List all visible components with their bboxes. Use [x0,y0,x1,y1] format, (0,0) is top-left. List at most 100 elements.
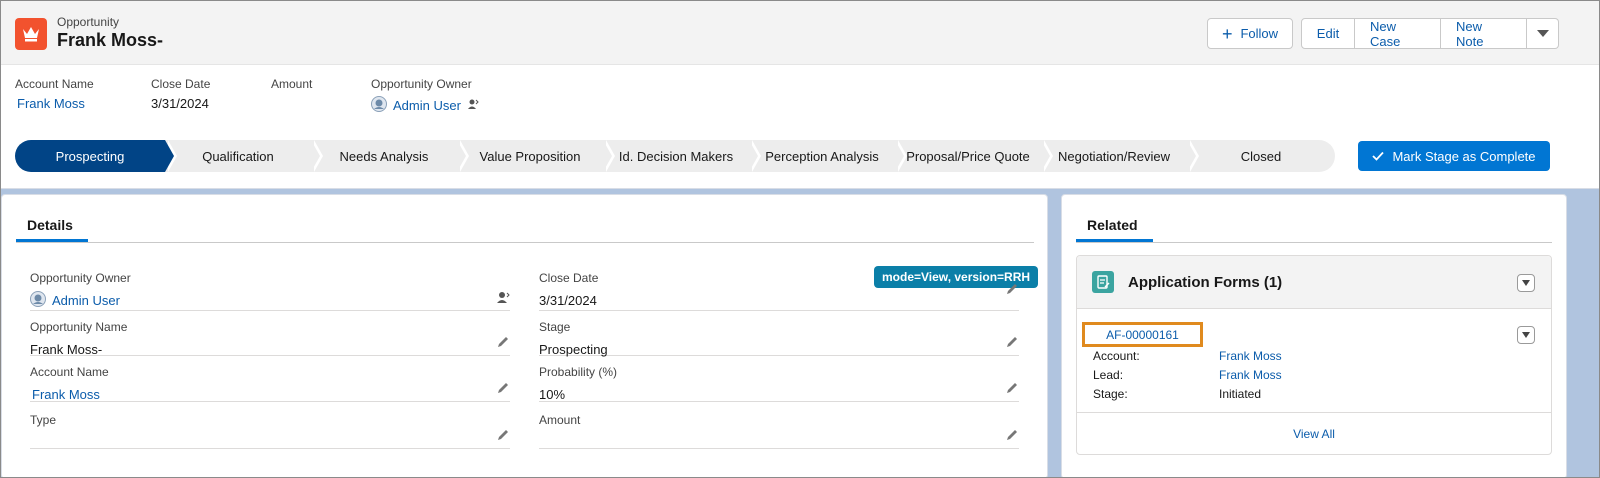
path-step-proposal-price-quote[interactable]: Proposal/Price Quote [895,140,1053,172]
field-label: Opportunity Name [30,320,128,334]
stage-path: Prospecting Qualification Needs Analysis… [15,140,1335,172]
highlight-account-name: Account Name Frank Moss [15,77,151,115]
highlights-panel: Account Name Frank Moss Close Date 3/31/… [15,77,571,115]
record-title: Frank Moss- [57,30,164,50]
path-step-closed[interactable]: Closed [1187,140,1335,172]
user-avatar-icon [371,96,387,115]
highlight-label: Account Name [15,77,94,91]
plus-icon: + [1221,23,1233,44]
pencil-icon[interactable] [1005,282,1019,296]
chevron-down-icon [1536,30,1549,37]
record-field-label: Account: [1093,349,1140,363]
path-step-negotiation-review[interactable]: Negotiation/Review [1041,140,1199,172]
mark-stage-complete-button[interactable]: Mark Stage as Complete [1358,141,1550,171]
path-step-value-proposition[interactable]: Value Proposition [457,140,615,172]
field-value: 10% [539,386,566,402]
field-close-date: Close Date 3/31/2024 [539,271,1019,311]
record-header: Opportunity Frank Moss- + Follow Edit Ne… [1,1,1599,189]
highlight-amount: Amount [271,77,371,115]
record-field-label: Stage: [1093,387,1128,401]
pencil-icon[interactable] [496,428,510,442]
pencil-icon[interactable] [496,381,510,395]
highlight-value: 3/31/2024 [151,96,209,111]
field-value: Prospecting [539,341,608,357]
path-step-id-decision-makers[interactable]: Id. Decision Makers [603,140,761,172]
field-opportunity-owner: Opportunity Owner Admin User [30,271,510,311]
details-card: Details mode=View, version=RRH Opportuni… [1,194,1048,477]
form-icon [1092,271,1114,293]
field-amount: Amount [539,413,1019,449]
account-name-link[interactable]: Frank Moss [17,96,85,111]
path-step-qualification[interactable]: Qualification [165,140,323,172]
checkmark-icon [1372,149,1385,164]
field-type: Type [30,413,510,449]
new-case-button[interactable]: New Case [1355,18,1441,49]
highlight-close-date: Close Date 3/31/2024 [151,77,271,115]
pencil-icon[interactable] [496,335,510,349]
header-actions: + Follow Edit New Case New Note [1207,18,1559,49]
follow-button[interactable]: + Follow [1207,18,1293,49]
field-label: Account Name [30,365,109,379]
tab-divider [16,242,1034,243]
related-list-title[interactable]: Application Forms (1) [1128,274,1282,291]
field-opportunity-name: Opportunity Name Frank Moss- [30,320,510,357]
pencil-icon[interactable] [1005,335,1019,349]
account-name-link[interactable]: Frank Moss [32,387,100,402]
user-avatar-icon [30,290,46,310]
mark-stage-complete-label: Mark Stage as Complete [1392,148,1536,164]
follow-label: Follow [1240,26,1279,41]
pencil-icon[interactable] [1005,428,1019,442]
field-label: Amount [539,413,581,427]
highlight-opportunity-owner: Opportunity Owner Admin User [371,77,571,115]
lead-link[interactable]: Frank Moss [1219,368,1282,382]
path-step-label: Needs Analysis [339,148,429,164]
record-field-value: Initiated [1219,387,1262,401]
record-row-menu-button[interactable] [1517,326,1535,344]
pencil-icon[interactable] [1005,381,1019,395]
field-probability: Probability (%) 10% [539,365,1019,402]
more-actions-button[interactable] [1527,18,1559,49]
highlight-label: Amount [271,77,313,91]
path-step-prospecting[interactable]: Prospecting [15,140,177,172]
owner-link[interactable]: Admin User [52,293,120,308]
related-record-item: AF-00000161 Account: Frank Moss Lead: Fr… [1077,310,1551,412]
path-step-needs-analysis[interactable]: Needs Analysis [311,140,469,172]
view-all-link[interactable]: View All [1077,412,1551,454]
path-step-label: Value Proposition [479,148,581,164]
field-value [539,433,1019,451]
field-account-name: Account Name Frank Moss [30,365,510,402]
tab-details[interactable]: Details [27,217,73,233]
opportunity-crown-icon [15,18,47,50]
change-owner-icon[interactable] [496,290,510,304]
change-owner-icon[interactable] [467,98,479,113]
field-value: 3/31/2024 [539,292,597,308]
field-value: Frank Moss- [30,341,103,357]
path-step-label: Perception Analysis [765,148,879,164]
field-stage: Stage Prospecting [539,320,1019,357]
field-label: Probability (%) [539,365,618,379]
tab-divider [1076,242,1552,243]
object-type-label: Opportunity [57,15,120,29]
tab-related[interactable]: Related [1087,217,1138,233]
record-field-label: Lead: [1093,368,1124,382]
owner-link[interactable]: Admin User [393,98,461,113]
path-step-perception-analysis[interactable]: Perception Analysis [749,140,907,172]
chevron-down-icon [1522,280,1530,286]
record-header-bar: Opportunity Frank Moss- + Follow Edit Ne… [1,1,1599,65]
related-list-menu-button[interactable] [1517,274,1535,292]
related-list-header: Application Forms (1) [1077,256,1551,309]
opportunity-record-page: Opportunity Frank Moss- + Follow Edit Ne… [0,0,1600,478]
highlight-label: Opportunity Owner [371,77,472,91]
path-step-label: Id. Decision Makers [618,148,734,164]
chevron-down-icon [1522,332,1530,338]
highlight-label: Close Date [151,77,211,91]
path-step-label: Proposal/Price Quote [906,148,1030,164]
new-note-button[interactable]: New Note [1441,18,1527,49]
application-form-link[interactable]: AF-00000161 [1082,322,1203,347]
path-step-label: Negotiation/Review [1057,148,1170,164]
account-link[interactable]: Frank Moss [1219,349,1282,363]
field-label: Close Date [539,271,599,285]
related-card: Related Application Forms (1) AF-0000016… [1061,194,1567,477]
path-step-label: Prospecting [55,148,125,164]
edit-button[interactable]: Edit [1301,18,1355,49]
